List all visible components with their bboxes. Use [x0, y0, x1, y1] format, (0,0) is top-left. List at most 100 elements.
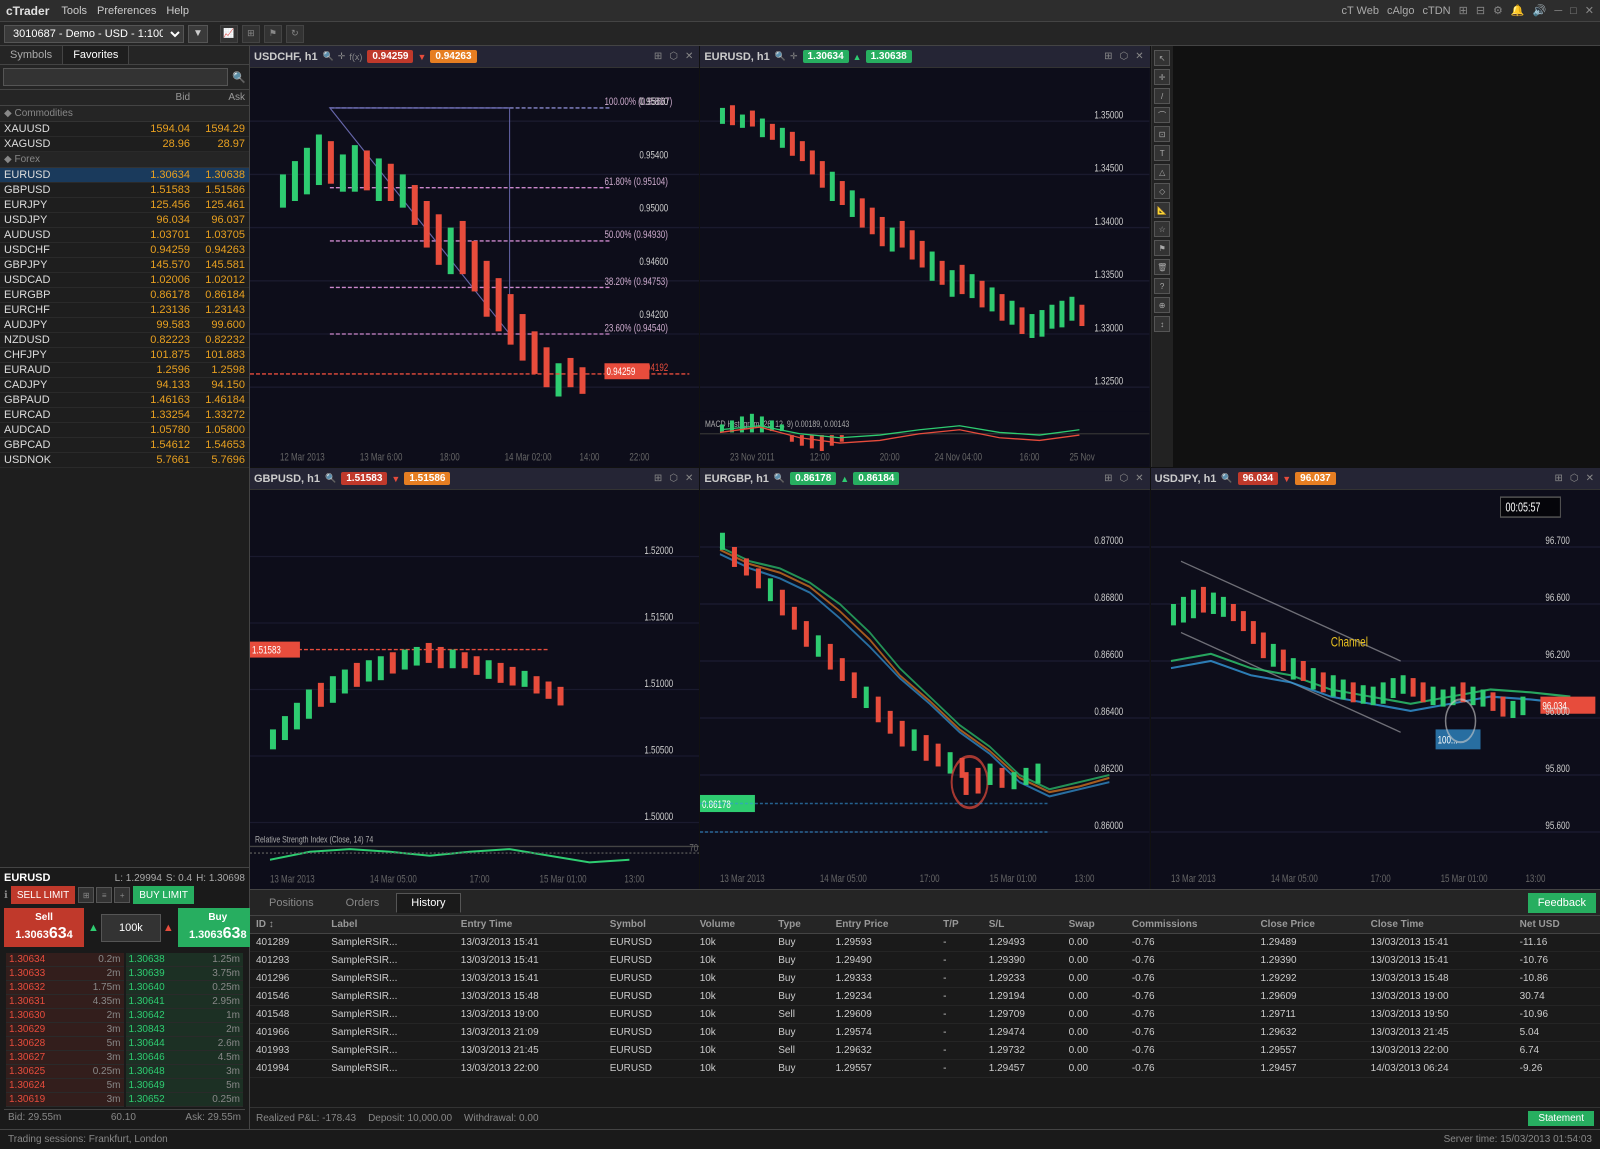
ob-row[interactable]: 1.306321.75m: [6, 981, 124, 995]
list-item[interactable]: AUDJPY 99.583 99.600: [0, 318, 249, 333]
chart-popup-icon[interactable]: ⊞: [1102, 51, 1114, 62]
list-item[interactable]: GBPAUD 1.46163 1.46184: [0, 393, 249, 408]
grid-icon[interactable]: ⊞: [78, 887, 94, 903]
ob-row[interactable]: 1.306393.75m: [126, 967, 244, 981]
chart-popup-icon[interactable]: ⊞: [1102, 473, 1114, 484]
refresh-icon[interactable]: ↻: [286, 25, 304, 43]
ob-row[interactable]: 1.306464.5m: [126, 1051, 244, 1065]
ob-row[interactable]: 1.306340.2m: [6, 953, 124, 967]
chart-close-icon[interactable]: ✕: [1133, 51, 1145, 62]
ob-row[interactable]: 1.306250.25m: [6, 1065, 124, 1079]
chart-detach-icon[interactable]: ⬡: [1118, 473, 1131, 484]
list-item[interactable]: AUDUSD 1.03701 1.03705: [0, 228, 249, 243]
tab-orders[interactable]: Orders: [331, 893, 395, 913]
tool-icon-4[interactable]: ⌒: [1154, 107, 1170, 123]
tool-icon-1[interactable]: ↖: [1154, 50, 1170, 66]
list-item[interactable]: GBPCAD 1.54612 1.54653: [0, 438, 249, 453]
ob-row[interactable]: 1.306293m: [6, 1023, 124, 1037]
list-item[interactable]: EURCHF 1.23136 1.23143: [0, 303, 249, 318]
notification-icon[interactable]: 🔔: [1511, 4, 1525, 17]
minimize-icon[interactable]: ─: [1554, 5, 1562, 17]
tab-history[interactable]: History: [396, 893, 460, 913]
volume-icon[interactable]: 🔊: [1533, 4, 1547, 17]
list-item[interactable]: USDCAD 1.02006 1.02012: [0, 273, 249, 288]
close-icon[interactable]: ✕: [1585, 4, 1594, 17]
list-item-eurusd[interactable]: EURUSD 1.30634 1.30638: [0, 168, 249, 183]
ob-row[interactable]: 1.306495m: [126, 1079, 244, 1093]
ob-row[interactable]: 1.306193m: [6, 1093, 124, 1107]
sell-limit-button[interactable]: SELL LIMIT: [11, 886, 75, 904]
cursor-icon[interactable]: ✛: [789, 51, 799, 62]
search-input[interactable]: [3, 68, 228, 86]
tool-icon-7[interactable]: △: [1154, 164, 1170, 180]
tool-icon-10[interactable]: ☆: [1154, 221, 1170, 237]
chart-close-icon[interactable]: ✕: [683, 51, 695, 62]
chart-detach-icon[interactable]: ⬡: [1568, 473, 1581, 484]
tab-symbols[interactable]: Symbols: [0, 46, 63, 64]
buy-limit-button[interactable]: BUY LIMIT: [133, 886, 194, 904]
feedback-button[interactable]: Feedback: [1528, 893, 1596, 913]
tool-icon-3[interactable]: /: [1154, 88, 1170, 104]
list-item[interactable]: CHFJPY 101.875 101.883: [0, 348, 249, 363]
tab-favorites[interactable]: Favorites: [63, 46, 129, 64]
ob-row[interactable]: 1.306332m: [6, 967, 124, 981]
zoom-icon[interactable]: 🔍: [1220, 473, 1233, 484]
tool-icon-2[interactable]: ✛: [1154, 69, 1170, 85]
chart-popup-icon[interactable]: ⊞: [1552, 473, 1564, 484]
chart-detach-icon[interactable]: ⬡: [667, 473, 680, 484]
tool-icon-13[interactable]: ?: [1154, 278, 1170, 294]
ob-row[interactable]: 1.306520.25m: [126, 1093, 244, 1107]
menu-tools[interactable]: Tools: [61, 5, 87, 17]
zoom-icon[interactable]: 🔍: [774, 51, 787, 62]
layout-icon[interactable]: ⊞: [242, 25, 260, 43]
chart-detach-icon[interactable]: ⬡: [667, 51, 680, 62]
list-item[interactable]: GBPUSD 1.51583 1.51586: [0, 183, 249, 198]
statement-button[interactable]: Statement: [1528, 1111, 1594, 1126]
chart-close-icon[interactable]: ✕: [1133, 473, 1145, 484]
c-algo-btn[interactable]: cAlgo: [1387, 5, 1415, 17]
list-item[interactable]: XAUUSD 1594.04 1594.29: [0, 122, 249, 137]
c-tdn-btn[interactable]: cTDN: [1423, 5, 1451, 17]
ob-row[interactable]: 1.306273m: [6, 1051, 124, 1065]
list-item[interactable]: AUDCAD 1.05780 1.05800: [0, 423, 249, 438]
tool-icon-12[interactable]: 🗑: [1154, 259, 1170, 275]
new-chart-icon[interactable]: 📈: [220, 25, 238, 43]
list-item[interactable]: GBPJPY 145.570 145.581: [0, 258, 249, 273]
tool-icon-6[interactable]: T: [1154, 145, 1170, 161]
tool-icon-5[interactable]: ⊡: [1154, 126, 1170, 142]
ob-row[interactable]: 1.306302m: [6, 1009, 124, 1023]
tool-icon-9[interactable]: 📐: [1154, 202, 1170, 218]
settings-icon[interactable]: ⚙: [1493, 4, 1503, 17]
list-item[interactable]: NZDUSD 0.82223 0.82232: [0, 333, 249, 348]
list-item[interactable]: USDJPY 96.034 96.037: [0, 213, 249, 228]
maximize-icon[interactable]: □: [1570, 5, 1577, 17]
ob-row[interactable]: 1.306400.25m: [126, 981, 244, 995]
ct-web-btn[interactable]: cT Web: [1341, 5, 1379, 17]
list-item[interactable]: EURJPY 125.456 125.461: [0, 198, 249, 213]
chart-popup-icon[interactable]: ⊞: [652, 51, 664, 62]
plus-icon[interactable]: +: [114, 887, 130, 903]
ob-row[interactable]: 1.306285m: [6, 1037, 124, 1051]
menu-help[interactable]: Help: [166, 5, 189, 17]
list-item[interactable]: EURGBP 0.86178 0.86184: [0, 288, 249, 303]
ob-row[interactable]: 1.306412.95m: [126, 995, 244, 1009]
zoom-icon[interactable]: 🔍: [322, 51, 335, 62]
list-item[interactable]: EURAUD 1.2596 1.2598: [0, 363, 249, 378]
list-item[interactable]: CADJPY 94.133 94.150: [0, 378, 249, 393]
ob-row[interactable]: 1.306442.6m: [126, 1037, 244, 1051]
ob-row[interactable]: 1.306314.35m: [6, 995, 124, 1009]
account-dropdown-btn[interactable]: ▼: [188, 25, 208, 43]
tool-icon-14[interactable]: ⊕: [1154, 297, 1170, 313]
tool-icon-11[interactable]: ⚑: [1154, 240, 1170, 256]
list-item[interactable]: EURCAD 1.33254 1.33272: [0, 408, 249, 423]
chart-close-icon[interactable]: ✕: [1584, 473, 1596, 484]
list-icon[interactable]: ≡: [96, 887, 112, 903]
chart-detach-icon[interactable]: ⬡: [1118, 51, 1131, 62]
list-item[interactable]: XAGUSD 28.96 28.97: [0, 137, 249, 152]
ob-row[interactable]: 1.308432m: [126, 1023, 244, 1037]
tool-icon-8[interactable]: ◇: [1154, 183, 1170, 199]
chart-close-icon[interactable]: ✕: [683, 473, 695, 484]
zoom-icon[interactable]: 🔍: [773, 473, 786, 484]
menu-preferences[interactable]: Preferences: [97, 5, 156, 17]
chart-popup-icon[interactable]: ⊞: [652, 473, 664, 484]
